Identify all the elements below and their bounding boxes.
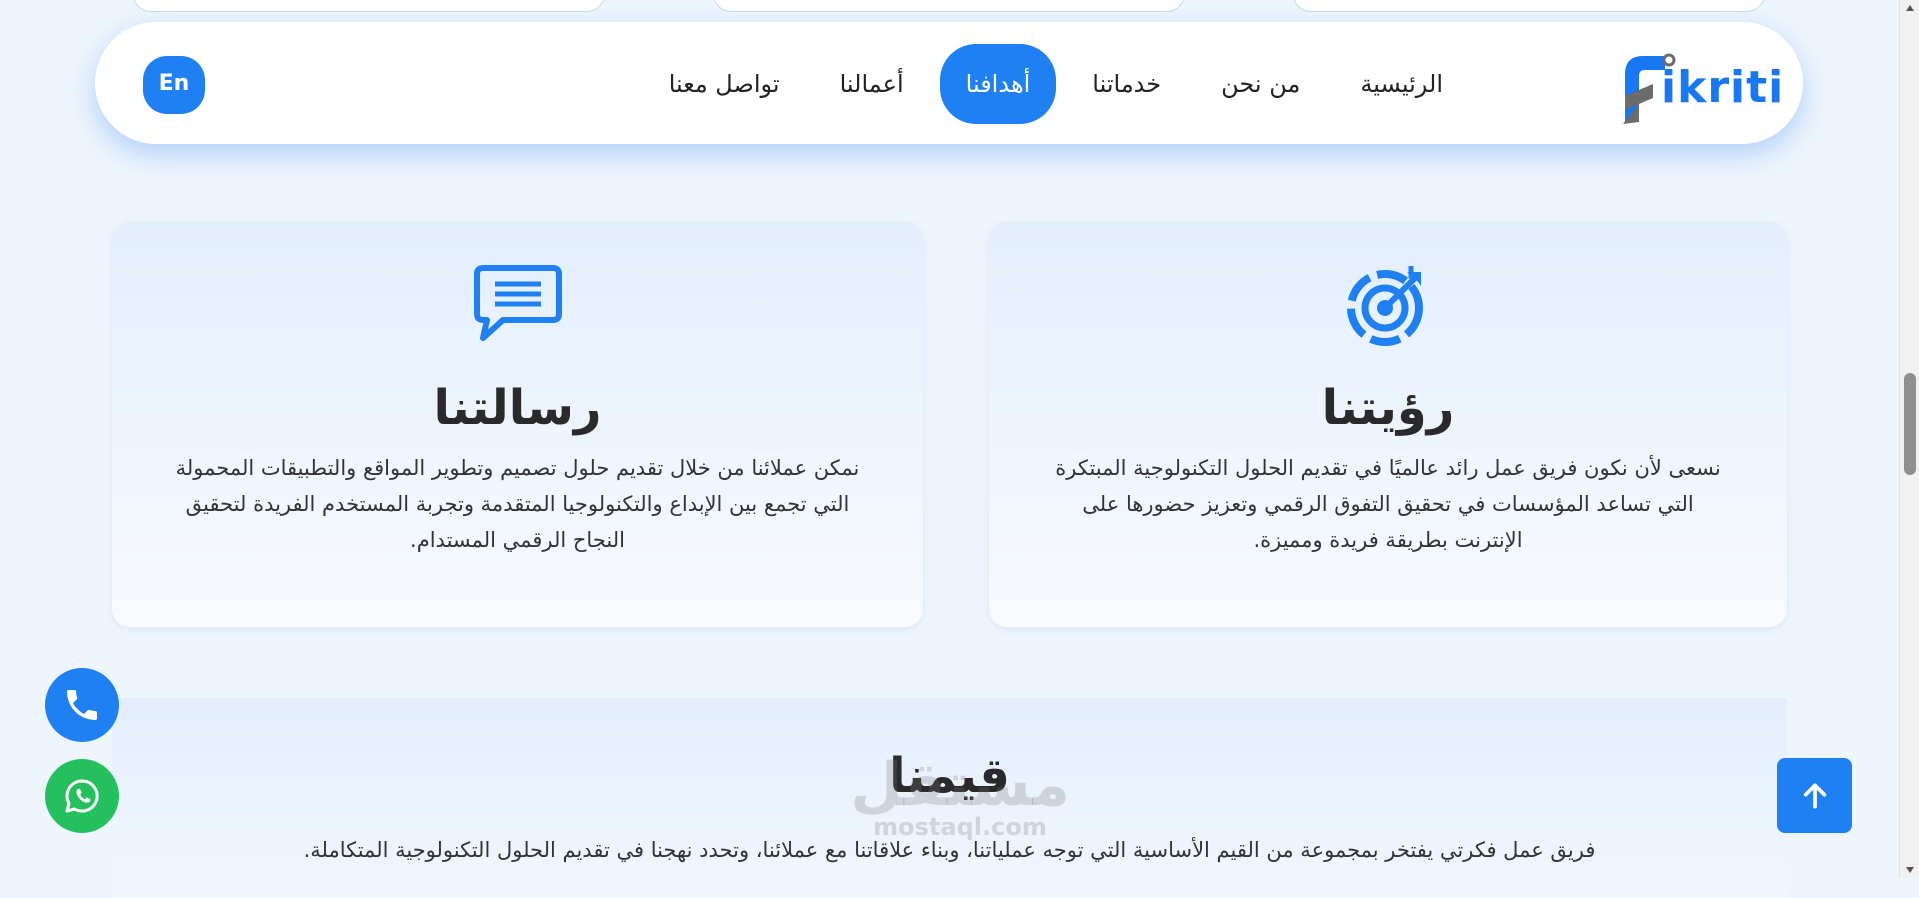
vision-text: نسعى لأن نكون فريق عمل رائد عالميًا في ت… <box>1055 456 1721 552</box>
watermark: مستقل mostaql.com <box>845 755 1075 839</box>
arrow-up-icon <box>1803 782 1826 809</box>
language-toggle-button[interactable]: En <box>143 56 205 114</box>
nav-item-contact[interactable]: تواصل معنا <box>639 44 810 124</box>
previous-card <box>133 0 605 12</box>
previous-card <box>1293 0 1765 12</box>
vision-title: رؤيتنا <box>1321 380 1455 436</box>
scroll-to-top-button[interactable] <box>1777 758 1852 833</box>
nav-item-services[interactable]: خدماتنا <box>1062 44 1191 124</box>
target-icon <box>1345 262 1431 352</box>
previous-section-cards <box>0 0 1900 12</box>
whatsapp-button[interactable] <box>45 759 119 833</box>
logo-text: ikriti <box>1661 62 1785 113</box>
vision-card: رؤيتنا نسعى لأن نكون فريق عمل رائد عالمي… <box>989 222 1787 627</box>
logo[interactable]: ikriti <box>1613 44 1783 126</box>
phone-icon <box>67 690 97 720</box>
scrollbar[interactable] <box>1899 0 1919 878</box>
whatsapp-icon <box>65 779 99 813</box>
scrollbar-thumb[interactable] <box>1904 373 1916 475</box>
nav-item-home[interactable]: الرئيسية <box>1330 44 1473 124</box>
mission-title: رسالتنا <box>433 380 602 436</box>
values-text: فريق عمل فكرتي يفتخر بمجموعة من القيم ال… <box>303 838 1596 862</box>
nav-item-works[interactable]: أعمالنا <box>810 44 934 124</box>
nav-menu: الرئيسية من نحن خدماتنا أهدافنا أعمالنا … <box>639 44 1473 124</box>
previous-card <box>713 0 1185 12</box>
scroll-up-arrow-icon[interactable] <box>1905 4 1915 12</box>
watermark-main: مستقل <box>850 750 1070 820</box>
nav-item-about[interactable]: من نحن <box>1191 44 1330 124</box>
mission-text: نمكن عملائنا من خلال تقديم حلول تصميم وت… <box>175 456 860 552</box>
watermark-sub: mostaql.com <box>873 813 1047 841</box>
navbar: ikriti الرئيسية من نحن خدماتنا أهدافنا أ… <box>95 22 1803 144</box>
phone-button[interactable] <box>45 668 119 742</box>
nav-item-goals[interactable]: أهدافنا <box>939 44 1057 124</box>
message-icon <box>473 262 563 348</box>
scroll-down-arrow-icon[interactable] <box>1905 866 1915 874</box>
mission-card: رسالتنا نمكن عملائنا من خلال تقديم حلول … <box>112 222 923 627</box>
